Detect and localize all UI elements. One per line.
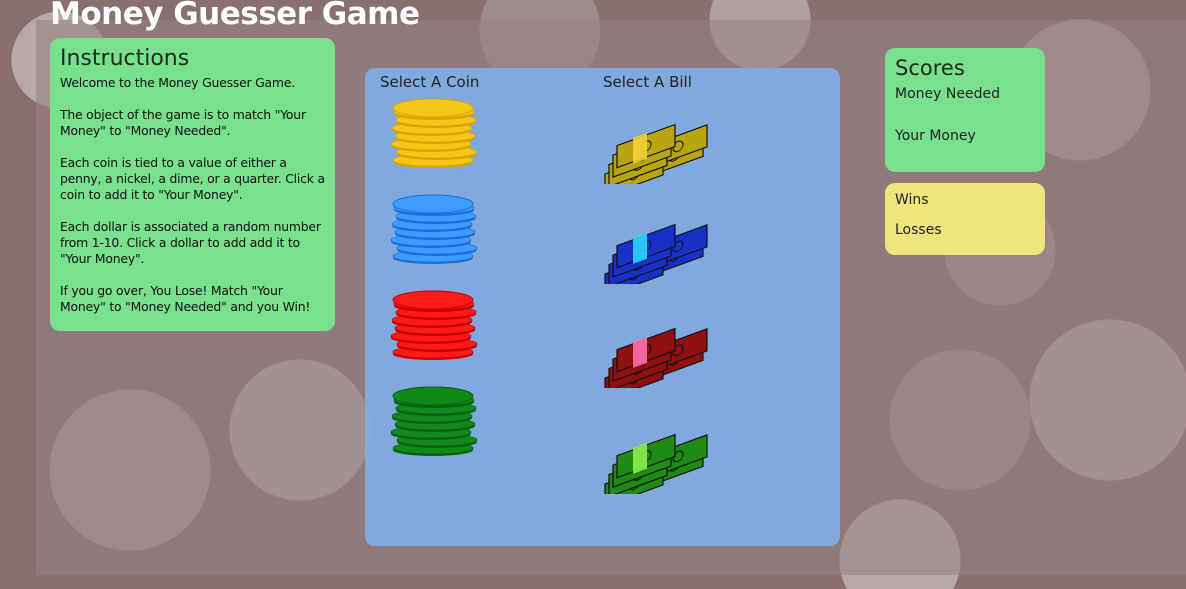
money-needed-label: Money Needed bbox=[895, 86, 1000, 102]
instructions-paragraph: If you go over, You Lose! Match "Your Mo… bbox=[60, 283, 311, 314]
scores-panel: Scores Money Needed Your Money bbox=[885, 48, 1045, 172]
green-bill-stack-icon[interactable] bbox=[595, 412, 710, 507]
red-bill-stack-icon[interactable] bbox=[595, 306, 710, 401]
blue-bill-stack-icon[interactable] bbox=[595, 202, 710, 297]
instructions-paragraph: Each dollar is associated a random numbe… bbox=[60, 219, 321, 266]
instructions-paragraph: Each coin is tied to a value of either a… bbox=[60, 155, 325, 202]
bill-column-label: Select A Bill bbox=[603, 73, 692, 91]
play-area: Select A Coin Select A Bill bbox=[365, 68, 840, 546]
page-title: Money Guesser Game bbox=[50, 0, 420, 32]
yellow-bill-stack-icon[interactable] bbox=[595, 102, 710, 197]
green-coin-stack-icon[interactable] bbox=[387, 386, 479, 466]
coin-column-label: Select A Coin bbox=[380, 73, 480, 91]
instructions-paragraph: The object of the game is to match "Your… bbox=[60, 107, 306, 138]
losses-label: Losses bbox=[895, 222, 942, 238]
yellow-coin-stack-icon[interactable] bbox=[387, 98, 479, 178]
record-panel: Wins Losses bbox=[885, 183, 1045, 255]
red-coin-stack-icon[interactable] bbox=[387, 290, 479, 370]
wins-label: Wins bbox=[895, 192, 929, 208]
your-money-label: Your Money bbox=[895, 128, 976, 144]
instructions-paragraph: Welcome to the Money Guesser Game. bbox=[60, 75, 295, 90]
blue-coin-stack-icon[interactable] bbox=[387, 194, 479, 274]
instructions-panel: Instructions Welcome to the Money Guesse… bbox=[50, 38, 335, 331]
instructions-heading: Instructions bbox=[60, 46, 190, 71]
scores-heading: Scores bbox=[895, 56, 965, 80]
